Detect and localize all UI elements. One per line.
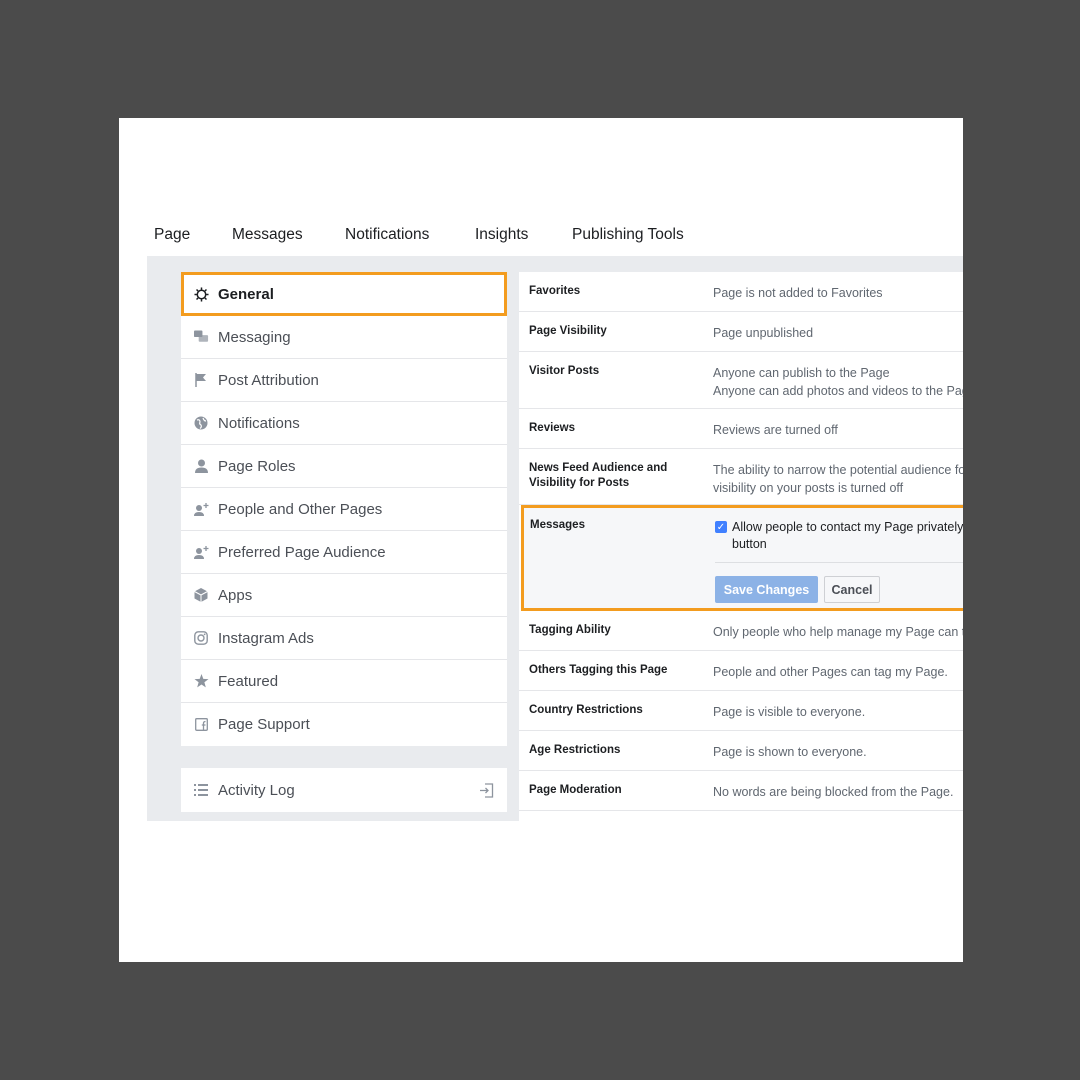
sidebar-item-label: Featured [218, 672, 279, 690]
settings-row-country-restrictions[interactable]: Country Restrictions Page is visible to … [519, 691, 963, 731]
setting-value-line: Anyone can add photos and videos to the … [713, 384, 963, 398]
settings-panel: Favorites Page is not added to Favorites… [519, 272, 963, 821]
sidebar-item-apps[interactable]: Apps [181, 574, 507, 617]
settings-row-news-feed-audience[interactable]: News Feed Audience and Visibility for Po… [519, 449, 963, 505]
person-icon [193, 458, 209, 474]
setting-label: Favorites [529, 285, 581, 297]
settings-row-tagging-ability[interactable]: Tagging Ability Only people who help man… [519, 611, 963, 651]
sidebar-item-label: Messaging [218, 328, 291, 346]
globe-icon [193, 415, 209, 431]
setting-value: People and other Pages can tag my Page. [713, 665, 948, 679]
sidebar-item-label: Notifications [218, 414, 300, 432]
sidebar-item-post-attribution[interactable]: Post Attribution [181, 359, 507, 402]
sidebar-item-label: Page Roles [218, 457, 296, 475]
setting-label: Page Visibility [529, 325, 607, 337]
sidebar-item-instagram-ads[interactable]: Instagram Ads [181, 617, 507, 660]
top-navigation: Page Messages Notifications Insights Pub… [119, 118, 963, 256]
star-icon [193, 673, 209, 689]
sidebar-item-featured[interactable]: Featured [181, 660, 507, 703]
nav-publishing-tools[interactable]: Publishing Tools [572, 226, 684, 244]
settings-row-others-tagging[interactable]: Others Tagging this Page People and othe… [519, 651, 963, 691]
save-changes-button[interactable]: Save Changes [715, 576, 818, 603]
setting-value-line: The ability to narrow the potential audi… [713, 463, 963, 477]
setting-value-line: visibility on your posts is turned off [713, 481, 904, 495]
setting-label: Age Restrictions [529, 744, 621, 756]
settings-sidebar: General Messaging Post Attribution Notif… [181, 272, 507, 746]
sidebar-item-notifications[interactable]: Notifications [181, 402, 507, 445]
sidebar-item-page-roles[interactable]: Page Roles [181, 445, 507, 488]
setting-value: Reviews are turned off [713, 423, 838, 437]
setting-label: Tagging Ability [529, 624, 611, 636]
checkbox-label-line: Allow people to contact my Page privatel… [732, 520, 963, 534]
setting-value: The ability to narrow the potential audi… [713, 461, 963, 497]
nav-insights[interactable]: Insights [475, 226, 528, 244]
activity-log-item[interactable]: Activity Log [181, 768, 507, 812]
person-plus-icon [193, 501, 209, 517]
allow-messages-checkbox[interactable]: ✓ [715, 521, 727, 533]
sidebar-item-people-and-other-pages[interactable]: People and Other Pages [181, 488, 507, 531]
nav-notifications[interactable]: Notifications [345, 226, 429, 244]
setting-value: Only people who help manage my Page can … [713, 625, 963, 639]
screenshot-frame: Page Messages Notifications Insights Pub… [119, 118, 963, 962]
setting-value: Page is visible to everyone. [713, 705, 866, 719]
settings-row-favorites[interactable]: Favorites Page is not added to Favorites [519, 272, 963, 312]
setting-label: Visitor Posts [529, 365, 600, 377]
setting-label: Page Moderation [529, 784, 622, 796]
nav-messages[interactable]: Messages [232, 226, 303, 244]
person-plus-icon [193, 544, 209, 560]
cube-icon [193, 587, 209, 603]
open-external-icon[interactable] [477, 781, 495, 799]
chat-bubbles-icon [193, 329, 209, 345]
sidebar-item-label: Instagram Ads [218, 629, 314, 647]
cancel-button[interactable]: Cancel [824, 576, 880, 603]
sidebar-item-page-support[interactable]: Page Support [181, 703, 507, 746]
setting-value-line: Anyone can publish to the Page [713, 366, 890, 380]
sidebar-item-label: General [218, 285, 274, 303]
sidebar-item-label: People and Other Pages [218, 500, 383, 518]
sidebar-item-label: Post Attribution [218, 371, 319, 389]
setting-value: Page unpublished [713, 326, 814, 340]
sidebar-item-label: Preferred Page Audience [218, 543, 386, 561]
setting-label: News Feed Audience and Visibility for Po… [529, 462, 668, 489]
instagram-icon [193, 630, 209, 646]
sidebar-item-label: Page Support [218, 716, 310, 733]
checkbox-label-line: button [732, 537, 767, 551]
sidebar-item-preferred-page-audience[interactable]: Preferred Page Audience [181, 531, 507, 574]
settings-row-age-restrictions[interactable]: Age Restrictions Page is shown to everyo… [519, 731, 963, 771]
sidebar-item-label: Apps [218, 586, 253, 604]
flag-icon [193, 372, 209, 388]
allow-messages-option[interactable]: ✓ Allow people to contact my Page privat… [715, 519, 963, 553]
sidebar-item-messaging[interactable]: Messaging [181, 316, 507, 359]
setting-value: Anyone can publish to the Page Anyone ca… [713, 364, 963, 400]
nav-page[interactable]: Page [154, 226, 190, 244]
settings-row-messages-editing: Messages ✓ Allow people to contact my Pa… [521, 505, 963, 611]
setting-value: Page is shown to everyone. [713, 745, 867, 759]
settings-row-page-moderation[interactable]: Page Moderation No words are being block… [519, 771, 963, 811]
activity-log-label: Activity Log [218, 781, 295, 799]
setting-label: Messages [530, 519, 585, 531]
gear-icon [193, 286, 209, 302]
setting-value: No words are being blocked from the Page… [713, 785, 954, 799]
checkbox-label: Allow people to contact my Page privatel… [732, 519, 963, 553]
settings-row-visitor-posts[interactable]: Visitor Posts Anyone can publish to the … [519, 352, 963, 409]
divider [715, 562, 963, 563]
setting-label: Reviews [529, 422, 576, 434]
settings-row-reviews[interactable]: Reviews Reviews are turned off [519, 409, 963, 449]
facebook-icon [193, 717, 209, 733]
list-icon [193, 782, 209, 798]
sidebar-item-general[interactable]: General [181, 272, 507, 316]
setting-label: Country Restrictions [529, 704, 643, 716]
setting-value: Page is not added to Favorites [713, 286, 883, 300]
settings-row-page-visibility[interactable]: Page Visibility Page unpublished [519, 312, 963, 352]
setting-label: Others Tagging this Page [529, 664, 668, 676]
